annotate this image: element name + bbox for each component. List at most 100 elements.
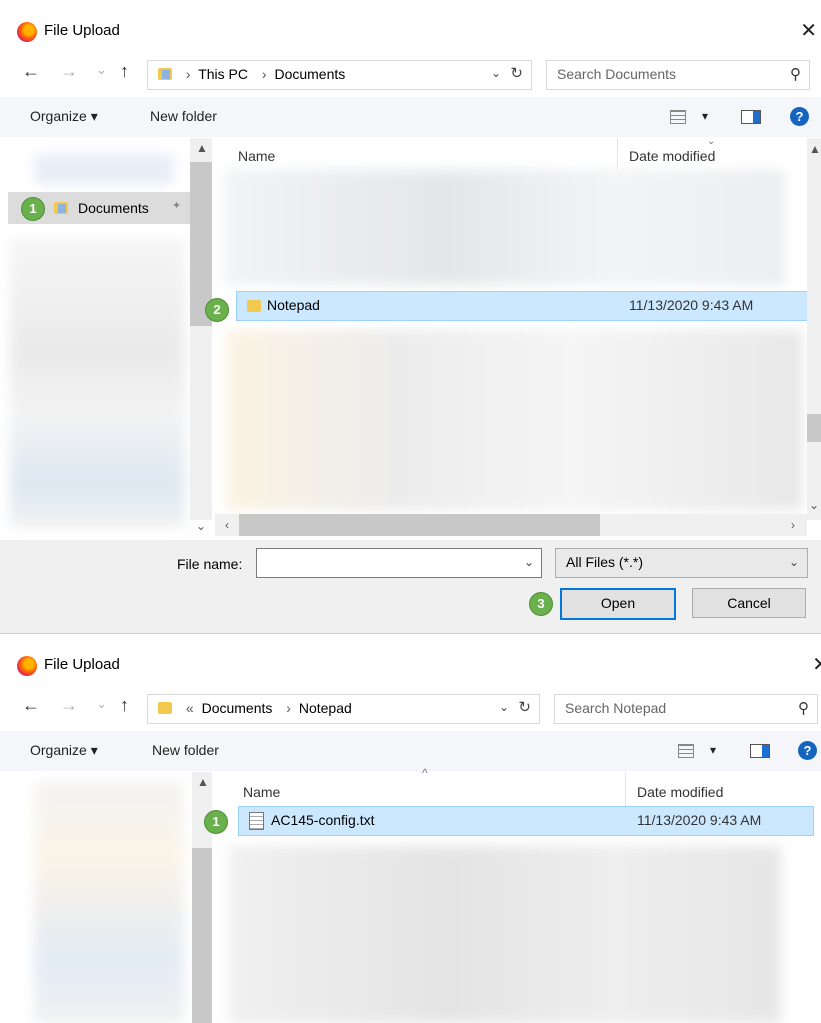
horizontal-scrollbar[interactable]: ‹ › — [215, 514, 807, 536]
new-folder-button[interactable]: New folder — [150, 108, 217, 124]
file-list[interactable]: Name ^ Date modified AC145-config.txt 11… — [204, 766, 821, 1023]
blurred-rows — [227, 330, 802, 510]
help-icon[interactable]: ? — [798, 741, 817, 760]
nav-pane-scrollbar[interactable]: ▲ — [192, 772, 212, 1023]
address-bar[interactable]: › This PC › Documents ⌄ ↻ — [147, 60, 532, 90]
file-date-modified: 11/13/2020 9:43 AM — [629, 297, 754, 313]
column-header-name[interactable]: Name — [238, 148, 275, 164]
search-input[interactable]: Search Notepad — [565, 700, 666, 716]
scroll-down-icon[interactable]: ⌄ — [196, 519, 206, 533]
dialog-title: File Upload — [44, 22, 120, 39]
breadcrumb-documents[interactable]: Documents — [274, 66, 345, 82]
navigation-bar: ← → ⌄ ↑ › This PC › Documents ⌄ ↻ Search… — [0, 53, 821, 91]
navigation-pane[interactable]: 1 Documents ✦ ▲ ⌄ — [0, 138, 213, 540]
file-name: Notepad — [267, 297, 320, 313]
scroll-down-icon[interactable]: ⌄ — [809, 498, 819, 512]
refresh-icon[interactable]: ↻ — [510, 64, 523, 82]
column-header-date-modified[interactable]: Date modified — [637, 784, 723, 800]
breadcrumb-overflow[interactable]: « — [186, 700, 194, 716]
search-box[interactable]: Search Notepad ⚲ — [554, 694, 818, 724]
navigation-pane[interactable]: ▲ — [0, 772, 213, 1023]
file-name-label: File name: — [177, 556, 243, 572]
view-dropdown-icon[interactable]: ▾ — [710, 743, 716, 757]
cancel-button[interactable]: Cancel — [692, 588, 806, 618]
step-badge: 1 — [21, 197, 45, 221]
address-dropdown-icon[interactable]: ⌄ — [491, 66, 501, 80]
sort-chevron-icon: ⌄ — [707, 136, 716, 147]
recent-locations-chevron-icon[interactable]: ⌄ — [96, 62, 107, 78]
column-divider — [625, 772, 626, 806]
text-file-icon — [249, 812, 264, 830]
file-upload-dialog-notepad: File Upload ✕ ← → ⌄ ↑ « Documents › Note… — [0, 634, 821, 1023]
scroll-up-icon[interactable]: ▲ — [809, 142, 821, 156]
search-box[interactable]: Search Documents ⚲ — [546, 60, 810, 90]
address-dropdown-icon[interactable]: ⌄ — [499, 700, 509, 714]
file-name: AC145-config.txt — [271, 812, 375, 828]
scroll-left-icon[interactable]: ‹ — [225, 518, 229, 532]
step-badge: 3 — [529, 592, 553, 616]
title-bar: File Upload ✕ — [0, 634, 821, 684]
command-toolbar: Organize ▾ New folder ▾ ? — [0, 97, 821, 137]
help-icon[interactable]: ? — [790, 107, 809, 126]
back-arrow-icon[interactable]: ← — [22, 695, 40, 716]
nav-pane-scrollbar[interactable]: ▲ ⌄ — [190, 138, 212, 533]
change-view-icon[interactable] — [670, 110, 686, 124]
breadcrumb-this-pc[interactable]: This PC — [198, 66, 248, 82]
scroll-up-icon[interactable]: ▲ — [197, 775, 209, 789]
column-header-name[interactable]: Name — [243, 784, 280, 800]
column-header-date-modified[interactable]: Date modified — [629, 148, 715, 164]
breadcrumb-notepad[interactable]: Notepad — [299, 700, 352, 716]
blurred-rows — [225, 170, 785, 285]
back-arrow-icon[interactable]: ← — [22, 61, 40, 82]
file-type-select[interactable]: All Files (*.*) ⌄ — [555, 548, 808, 578]
file-list[interactable]: Name ⌄ Date modified Notepad 11/13/2020 … — [205, 136, 821, 540]
view-dropdown-icon[interactable]: ▾ — [702, 109, 708, 123]
command-toolbar: Organize ▾ New folder ▾ ? — [0, 731, 821, 771]
scroll-up-icon[interactable]: ▲ — [196, 141, 208, 155]
close-icon[interactable]: ✕ — [800, 18, 817, 43]
preview-pane-icon[interactable] — [750, 744, 770, 758]
search-input[interactable]: Search Documents — [557, 66, 676, 82]
breadcrumb-documents[interactable]: Documents — [202, 700, 273, 716]
recent-locations-chevron-icon[interactable]: ⌄ — [96, 696, 107, 712]
scroll-thumb[interactable] — [239, 514, 600, 536]
step-badge: 2 — [205, 298, 229, 322]
list-item-ac145-config[interactable]: AC145-config.txt 11/13/2020 9:43 AM — [238, 806, 814, 836]
scroll-thumb[interactable] — [807, 414, 821, 442]
address-bar[interactable]: « Documents › Notepad ⌄ ↻ — [147, 694, 540, 724]
breadcrumb: « Documents › Notepad — [158, 700, 356, 716]
scroll-right-icon[interactable]: › — [791, 518, 795, 532]
file-name-area: File name: ⌄ All Files (*.*) ⌄ 3 Open Ca… — [0, 540, 821, 633]
firefox-icon — [17, 22, 37, 42]
up-arrow-icon[interactable]: ↑ — [120, 695, 129, 716]
new-folder-button[interactable]: New folder — [152, 742, 219, 758]
blurred-items — [34, 782, 184, 1022]
breadcrumb: › This PC › Documents — [158, 66, 349, 82]
file-list-scrollbar[interactable]: ▲ ⌄ — [807, 138, 821, 520]
forward-arrow-icon[interactable]: → — [60, 695, 78, 716]
sidebar-item-documents[interactable]: 1 Documents ✦ — [8, 192, 190, 224]
file-type-dropdown-icon[interactable]: ⌄ — [789, 555, 799, 569]
file-name-dropdown-icon[interactable]: ⌄ — [524, 555, 534, 569]
change-view-icon[interactable] — [678, 744, 694, 758]
step-badge: 1 — [204, 810, 228, 834]
file-type-value: All Files (*.*) — [566, 554, 644, 570]
folder-icon — [247, 300, 261, 312]
blurred-rows — [229, 846, 781, 1023]
list-item-notepad[interactable]: Notepad 11/13/2020 9:43 AM — [236, 291, 809, 321]
firefox-icon — [17, 656, 37, 676]
close-icon[interactable]: ✕ — [812, 652, 821, 677]
file-name-input[interactable]: ⌄ — [256, 548, 542, 578]
open-button[interactable]: Open — [560, 588, 676, 620]
organize-button[interactable]: Organize ▾ — [30, 108, 98, 125]
documents-folder-icon — [158, 68, 172, 80]
scroll-thumb[interactable] — [192, 848, 212, 1023]
sidebar-item-label: Documents — [78, 200, 149, 216]
refresh-icon[interactable]: ↻ — [518, 698, 531, 716]
organize-button[interactable]: Organize ▾ — [30, 742, 98, 759]
folder-icon — [158, 702, 172, 714]
forward-arrow-icon[interactable]: → — [60, 61, 78, 82]
preview-pane-icon[interactable] — [741, 110, 761, 124]
navigation-bar: ← → ⌄ ↑ « Documents › Notepad ⌄ ↻ Search… — [0, 687, 821, 725]
up-arrow-icon[interactable]: ↑ — [120, 61, 129, 82]
